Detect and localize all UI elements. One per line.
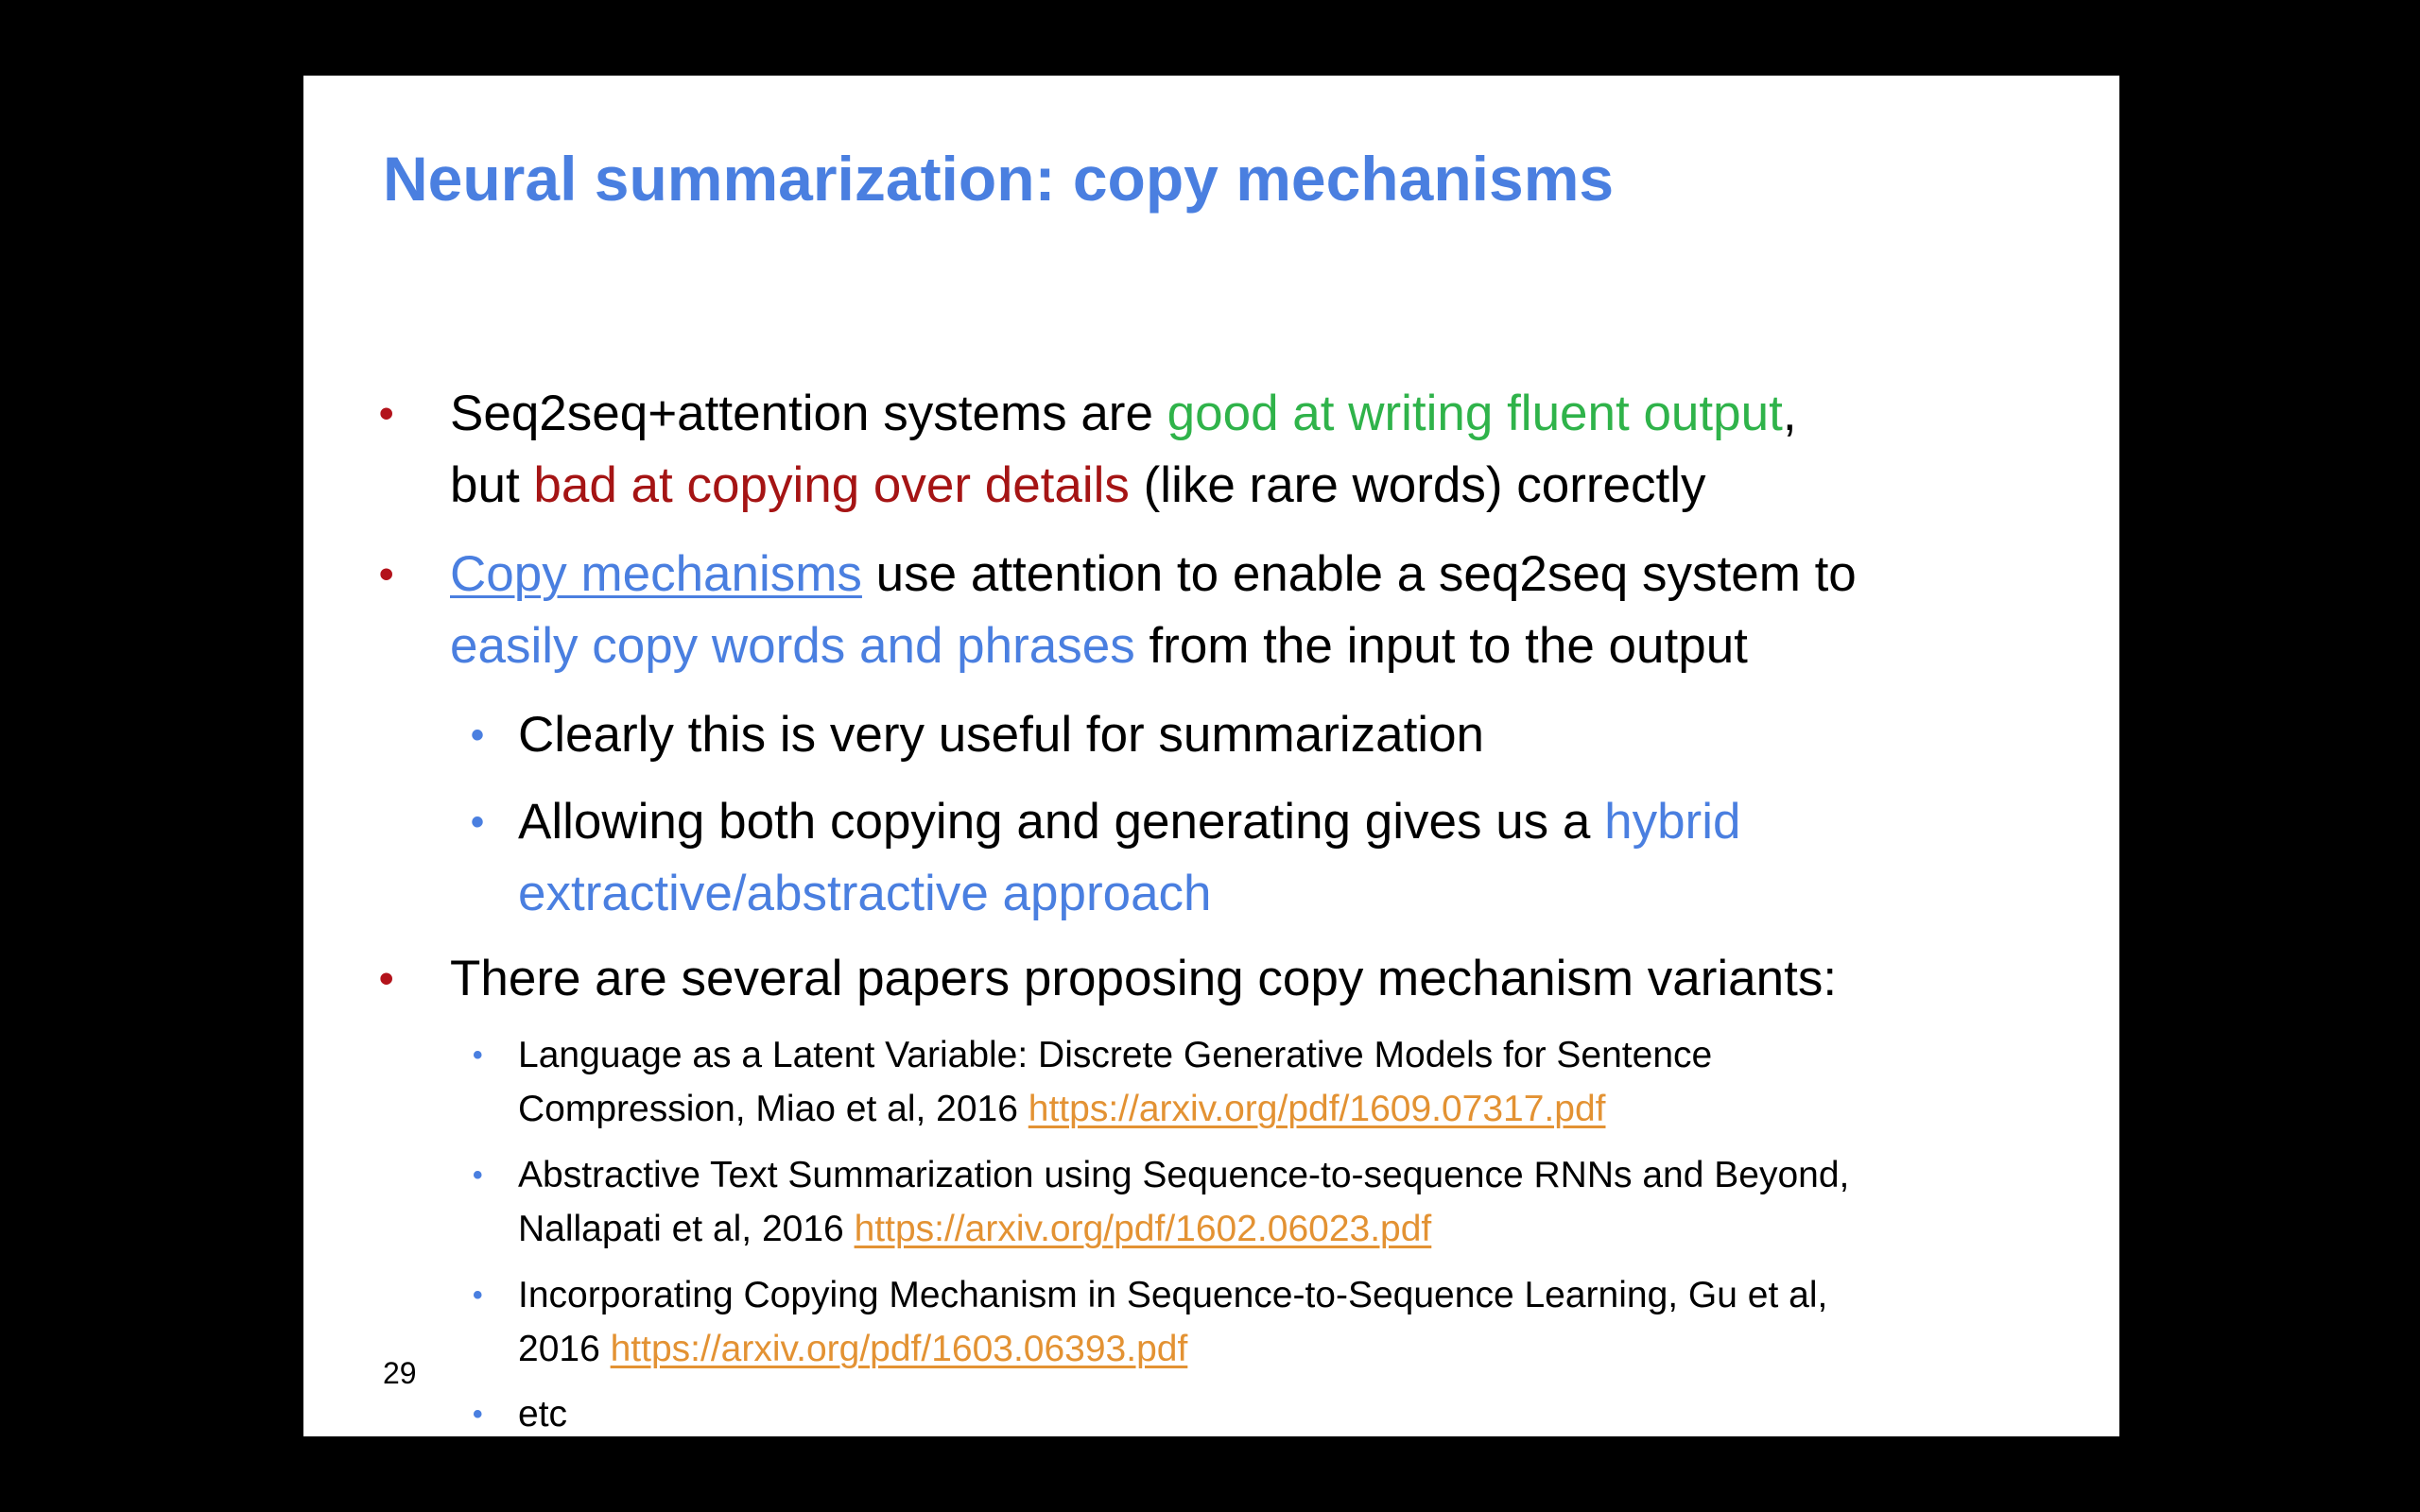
bullet-copy-mechanisms: • Copy mechanisms use attention to enabl… [379, 539, 2057, 682]
bullet-marker: • [379, 390, 394, 437]
reference-url-link[interactable]: https://arxiv.org/pdf/1609.07317.pdf [1028, 1089, 1606, 1129]
reference-text: Abstractive Text Summarization using Seq… [518, 1155, 1850, 1195]
reference-text: Incorporating Copying Mechanism in Seque… [518, 1275, 1828, 1315]
reference-text: etc [518, 1394, 568, 1435]
slide: Neural summarization: copy mechanisms • … [303, 76, 2119, 1436]
bullet-text: but [450, 457, 534, 513]
bullet-text: use attention to enable a seq2seq system… [861, 546, 1857, 602]
highlight-bad-copying: bad at copying over details [533, 457, 1130, 513]
slide-title: Neural summarization: copy mechanisms [383, 144, 1615, 214]
reference-bullet-marker: • [473, 1160, 483, 1191]
bullet-marker: • [379, 955, 394, 1002]
sub-bullet-text: Clearly this is very useful for summariz… [518, 707, 1485, 763]
sub-bullet-hybrid: • Allowing both copying and generating g… [471, 786, 2031, 930]
highlight-easily-copy: easily copy words and phrases [450, 618, 1135, 674]
reference-bullet-marker: • [473, 1280, 483, 1311]
highlight-hybrid: hybrid [1604, 794, 1741, 850]
bullet-text: , [1782, 386, 1797, 441]
bullet-seq2seq: • Seq2seq+attention systems are good at … [379, 378, 2057, 522]
reference-text: Nallapati et al, 2016 [518, 1209, 855, 1249]
sub-bullet-marker: • [471, 714, 485, 756]
reference-item: • Abstractive Text Summarization using S… [473, 1148, 2068, 1256]
reference-item: • Incorporating Copying Mechanism in Seq… [473, 1268, 2068, 1376]
reference-text: 2016 [518, 1329, 611, 1369]
reference-bullet-marker: • [473, 1040, 483, 1071]
reference-item: • Language as a Latent Variable: Discret… [473, 1028, 2068, 1136]
reference-text: Language as a Latent Variable: Discrete … [518, 1035, 1713, 1075]
bullet-several-papers: • There are several papers proposing cop… [379, 943, 2057, 1015]
page-number: 29 [383, 1356, 417, 1390]
sub-bullet-useful-summarization: • Clearly this is very useful for summar… [471, 699, 2031, 771]
bullet-text: Seq2seq+attention systems are [450, 386, 1167, 441]
sub-bullet-marker: • [471, 801, 485, 843]
reference-item-etc: • etc [473, 1387, 2068, 1436]
highlight-good-fluent: good at writing fluent output [1167, 386, 1783, 441]
reference-url-link[interactable]: https://arxiv.org/pdf/1602.06023.pdf [855, 1209, 1432, 1249]
bullet-text: There are several papers proposing copy … [450, 951, 1838, 1006]
highlight-extractive-abstractive: extractive/abstractive approach [518, 866, 1212, 921]
reference-text: Compression, Miao et al, 2016 [518, 1089, 1028, 1129]
copy-mechanisms-link[interactable]: Copy mechanisms [450, 546, 862, 602]
bullet-marker: • [379, 551, 394, 597]
reference-bullet-marker: • [473, 1399, 483, 1430]
bullet-text: from the input to the output [1134, 618, 1748, 674]
sub-bullet-text: Allowing both copying and generating giv… [518, 794, 1605, 850]
bullet-text: (like rare words) correctly [1129, 457, 1706, 513]
reference-url-link[interactable]: https://arxiv.org/pdf/1603.06393.pdf [611, 1329, 1188, 1369]
